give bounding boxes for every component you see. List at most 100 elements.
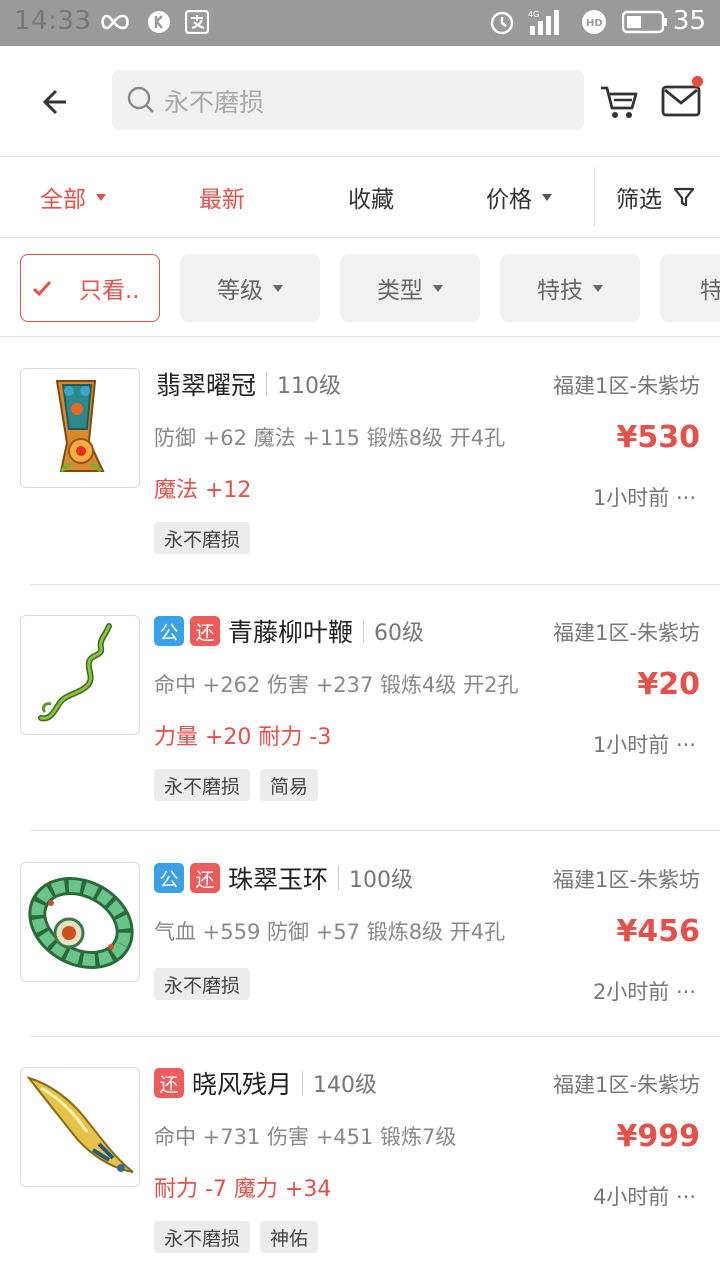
infinity-icon — [98, 8, 132, 36]
hd-icon: HD — [580, 8, 608, 36]
check-icon — [32, 280, 52, 297]
item-level: 60级 — [374, 621, 425, 646]
return-badge: 还 — [154, 1068, 184, 1098]
battery-icon — [622, 8, 668, 36]
cart-button[interactable] — [598, 82, 640, 122]
item-name: 青藤柳叶鞭 — [228, 618, 354, 647]
chip-only-view[interactable]: 只看.. — [20, 254, 160, 322]
divider — [363, 619, 365, 643]
item-price: ¥530 — [616, 420, 701, 455]
item-image-crown — [20, 368, 140, 488]
item-tag: 永不磨损 — [154, 968, 251, 1000]
caret-down-icon — [96, 193, 106, 201]
item-extra-attributes: 力量 +20 耐力 -3 — [154, 725, 332, 750]
list-item[interactable]: 还 晓风残月 140级 福建1区-朱紫坊 命中 +731 伤害 +451 锻炼7… — [0, 1067, 720, 1267]
divider — [302, 1071, 304, 1095]
chip-label: 特技 — [537, 278, 583, 304]
item-name: 晓风残月 — [192, 1070, 293, 1099]
item-server: 福建1区-朱紫坊 — [553, 374, 700, 398]
list-item[interactable]: 公 还 青藤柳叶鞭 60级 福建1区-朱紫坊 命中 +262 伤害 +237 锻… — [0, 615, 720, 815]
item-tags: 永不磨损 神佑 — [154, 1221, 328, 1253]
svg-text:4G: 4G — [528, 10, 539, 19]
item-attributes: 防御 +62 魔法 +115 锻炼8级 开4孔 — [154, 426, 506, 450]
item-attributes: 命中 +262 伤害 +237 锻炼4级 开2孔 — [154, 673, 519, 697]
public-badge: 公 — [154, 863, 184, 893]
sort-tab-label: 最新 — [199, 187, 245, 213]
item-image-bracelet — [20, 862, 140, 982]
divider — [0, 336, 720, 337]
filter-chips: 只看.. 等级 类型 特技 特 — [0, 238, 720, 336]
search-input[interactable]: 永不磨损 — [112, 70, 584, 130]
search-icon — [127, 86, 154, 113]
filter-label: 筛选 — [616, 187, 662, 213]
return-badge: 还 — [190, 863, 220, 893]
item-extra-attributes: 耐力 -7 魔力 +34 — [154, 1177, 332, 1202]
filter-icon — [673, 187, 695, 207]
sort-tab-price[interactable]: 价格 — [486, 157, 552, 237]
k-app-icon — [146, 8, 172, 36]
sort-tab-favorites[interactable]: 收藏 — [348, 157, 394, 237]
list-item[interactable]: 翡翠曜冠 110级 福建1区-朱紫坊 防御 +62 魔法 +115 锻炼8级 开… — [0, 368, 720, 568]
sort-tab-label: 价格 — [486, 187, 532, 213]
item-server: 福建1区-朱紫坊 — [553, 868, 700, 892]
item-level: 110级 — [277, 374, 342, 399]
cart-icon — [601, 86, 638, 118]
divider — [594, 167, 595, 227]
item-extra-attributes: 魔法 +12 — [154, 478, 252, 503]
svg-text:HD: HD — [586, 18, 603, 29]
list-item[interactable]: 公 还 珠翠玉环 100级 福建1区-朱紫坊 气血 +559 防御 +57 锻炼… — [0, 862, 720, 1022]
item-level: 100级 — [349, 868, 414, 893]
item-level: 140级 — [313, 1073, 378, 1098]
back-button[interactable] — [36, 82, 76, 122]
unread-dot — [692, 76, 703, 87]
chip-label: 只看.. — [79, 278, 140, 304]
item-price: ¥20 — [637, 667, 700, 702]
item-tags: 永不磨损 简易 — [154, 769, 328, 801]
item-tags: 永不磨损 — [154, 522, 260, 554]
sort-bar: 全部 最新 收藏 价格 筛选 — [0, 157, 720, 237]
item-server: 福建1区-朱紫坊 — [553, 621, 700, 645]
item-tags: 永不磨损 — [154, 968, 260, 1000]
item-tag: 神佑 — [260, 1221, 319, 1253]
divider — [30, 830, 720, 831]
item-price: ¥999 — [616, 1119, 701, 1154]
sort-tab-newest[interactable]: 最新 — [199, 157, 245, 237]
item-time: 1小时前 ··· — [592, 486, 696, 510]
caret-down-icon — [433, 284, 443, 292]
item-tag: 简易 — [260, 769, 319, 801]
item-attributes: 命中 +731 伤害 +451 锻炼7级 — [154, 1125, 457, 1149]
chip-skill[interactable]: 特技 — [500, 254, 640, 322]
item-attributes: 气血 +559 防御 +57 锻炼8级 开4孔 — [154, 920, 506, 944]
sort-tab-label: 收藏 — [348, 187, 394, 213]
battery-level: 35 — [672, 6, 706, 36]
item-title-row: 公 还 青藤柳叶鞭 60级 — [154, 615, 424, 647]
divider — [266, 372, 268, 396]
chip-level[interactable]: 等级 — [180, 254, 320, 322]
item-tag: 永不磨损 — [154, 522, 251, 554]
item-server: 福建1区-朱紫坊 — [553, 1073, 700, 1097]
chip-type[interactable]: 类型 — [340, 254, 480, 322]
back-arrow-icon — [42, 89, 66, 115]
caret-down-icon — [542, 193, 552, 201]
status-bar: 14:33 4G HD 35 — [0, 0, 720, 46]
chip-label: 特 — [700, 278, 720, 304]
top-bar: 永不磨损 — [0, 46, 720, 156]
divider — [30, 584, 720, 585]
sort-tab-label: 全部 — [40, 187, 86, 213]
signal-4g-icon: 4G — [528, 8, 568, 36]
divider — [30, 1036, 720, 1037]
item-name: 珠翠玉环 — [228, 865, 329, 894]
item-tag: 永不磨损 — [154, 1221, 251, 1253]
item-image-whip — [20, 615, 140, 735]
item-image-blade — [20, 1067, 140, 1187]
item-time: 4小时前 ··· — [592, 1185, 696, 1209]
item-time: 2小时前 ··· — [592, 980, 696, 1004]
item-name: 翡翠曜冠 — [156, 371, 257, 400]
return-badge: 还 — [190, 616, 220, 646]
filter-button[interactable]: 筛选 — [616, 157, 696, 237]
chip-special[interactable]: 特 — [660, 254, 720, 322]
item-tag: 永不磨损 — [154, 769, 251, 801]
caret-down-icon — [273, 284, 283, 292]
sort-tab-all[interactable]: 全部 — [40, 157, 106, 237]
chip-label: 类型 — [377, 278, 423, 304]
